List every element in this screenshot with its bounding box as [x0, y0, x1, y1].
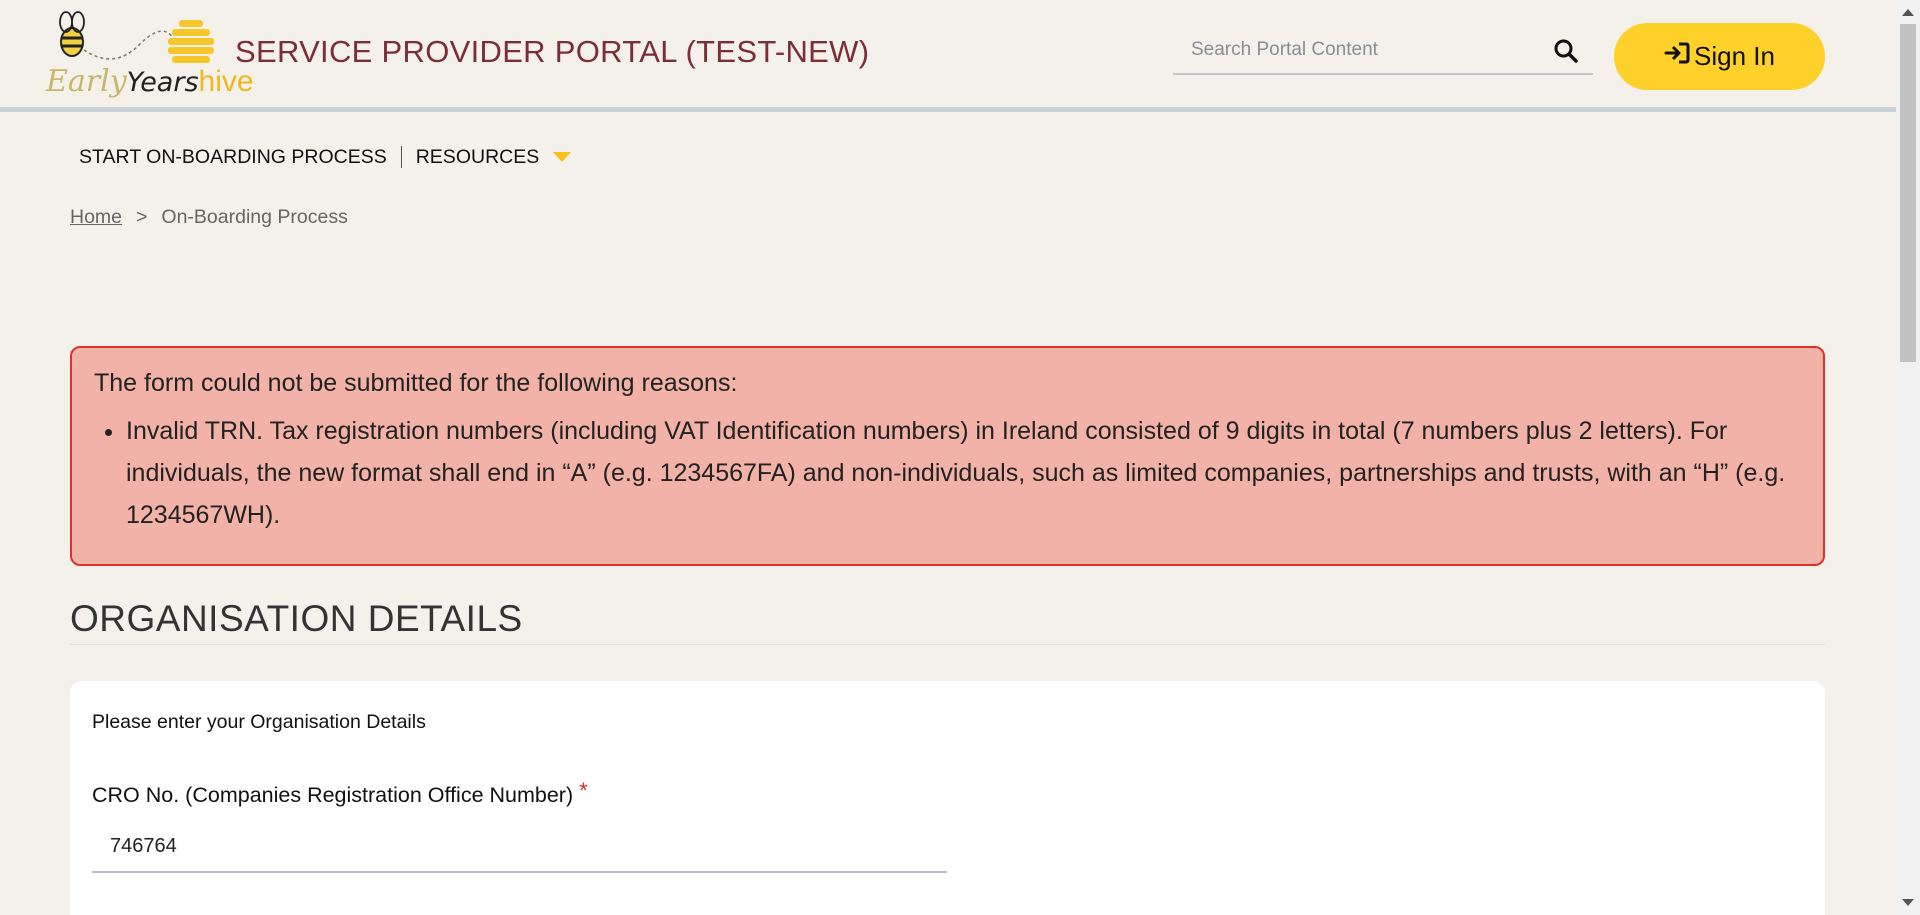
logo-wordmark: EarlyYearshive	[46, 64, 254, 99]
scrollbar-thumb[interactable]	[1900, 24, 1916, 362]
main-nav: START ON-BOARDING PROCESS RESOURCES	[79, 142, 572, 172]
site-header: EarlyYearshive SERVICE PROVIDER PORTAL (…	[0, 0, 1896, 112]
nav-resources-label: RESOURCES	[415, 145, 540, 168]
cro-field-label: CRO No. (Companies Registration Office N…	[92, 778, 588, 808]
chevron-down-icon	[553, 152, 572, 163]
alert-item: Invalid TRN. Tax registration numbers (i…	[126, 410, 1801, 536]
form-intro: Please enter your Organisation Details	[92, 711, 426, 733]
breadcrumb: Home > On-Boarding Process	[70, 206, 348, 229]
nav-resources[interactable]: RESOURCES	[416, 146, 572, 169]
alert-list: Invalid TRN. Tax registration numbers (i…	[94, 410, 1801, 536]
breadcrumb-home-link[interactable]: Home	[70, 206, 122, 229]
sign-in-icon	[1664, 41, 1690, 72]
scroll-up-arrow-icon[interactable]	[1902, 9, 1914, 16]
alert-heading: The form could not be submitted for the …	[94, 369, 738, 397]
search-input[interactable]	[1173, 30, 1533, 70]
early-years-hive-logo[interactable]: EarlyYearshive	[44, 10, 254, 100]
cro-label-text: CRO No. (Companies Registration Office N…	[92, 783, 574, 807]
nav-start-onboarding[interactable]: START ON-BOARDING PROCESS	[79, 146, 387, 169]
sign-in-label: Sign In	[1694, 41, 1775, 71]
sign-in-button[interactable]: Sign In	[1614, 23, 1825, 90]
vertical-scrollbar[interactable]	[1896, 0, 1920, 915]
section-title: ORGANISATION DETAILS	[70, 598, 1825, 645]
search-icon[interactable]	[1549, 34, 1583, 68]
portal-title: SERVICE PROVIDER PORTAL (TEST-NEW)	[235, 34, 870, 69]
breadcrumb-current: On-Boarding Process	[161, 206, 348, 228]
scroll-down-arrow-icon[interactable]	[1902, 899, 1914, 906]
nav-divider	[400, 146, 402, 168]
required-marker: *	[579, 778, 588, 803]
error-alert: The form could not be submitted for the …	[70, 346, 1825, 566]
organisation-form-card: Please enter your Organisation Details C…	[70, 681, 1825, 915]
search-box	[1173, 30, 1593, 75]
cro-number-input[interactable]	[92, 821, 947, 873]
breadcrumb-separator: >	[136, 206, 148, 228]
